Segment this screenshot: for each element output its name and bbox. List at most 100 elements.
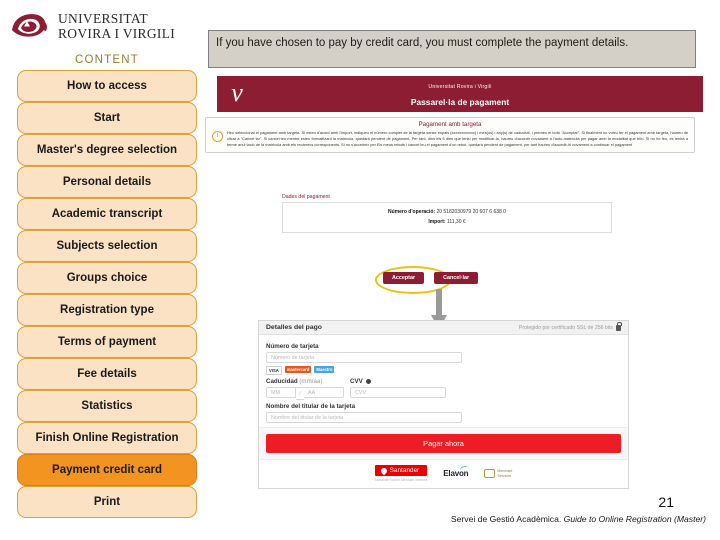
cvv-label-text: CVV xyxy=(350,378,363,385)
sidebar-item-label: Start xyxy=(93,112,121,124)
payment-data-box: Número d'operació: 20 5182030979 20 607 … xyxy=(282,202,612,233)
sidebar-item-label: Finish Online Registration xyxy=(35,432,179,444)
embedded-screenshot: v Universitat Rovira i Virgili Passarel·… xyxy=(197,74,703,496)
sidebar-item-label: Fee details xyxy=(77,368,137,380)
brand-line-1: UNIVERSITAT xyxy=(58,11,148,26)
sidebar-item-label: Statistics xyxy=(81,400,133,412)
payment-gateway-header: v Universitat Rovira i Virgili Passarel·… xyxy=(217,76,703,112)
santander-label: Santander xyxy=(389,467,420,474)
merchant-services-line2: Services xyxy=(497,473,512,478)
footer-logo-row: Santander Santander Elavon Merchant Serv… xyxy=(259,464,628,482)
card-number-input[interactable]: Número de tarjeta xyxy=(266,352,462,363)
amount-value: 111,30 € xyxy=(446,218,466,225)
expiry-label-text: Caducidad xyxy=(266,378,298,385)
table-row: Import: 111,30 € xyxy=(289,218,605,228)
sidebar-item-groups-choice[interactable]: Groups choice xyxy=(17,262,197,294)
accept-button[interactable]: Acceptar xyxy=(383,272,425,284)
santander-logo-group: Santander Santander Elavon Merchant Serv… xyxy=(374,465,428,482)
cvv-label: CVV xyxy=(350,378,446,385)
sidebar-item-label: Academic transcript xyxy=(51,208,163,220)
pay-button-wrap: Pagar ahora xyxy=(259,427,628,459)
expiry-label: Caducidad (mm/aa) xyxy=(266,378,344,385)
expiry-year-input[interactable]: AA xyxy=(304,387,344,398)
brand-wordmark: UNIVERSITAT ROVIRA I VIRGILI xyxy=(58,12,175,40)
sidebar-item-label: Personal details xyxy=(62,176,152,188)
expiry-group: Caducidad (mm/aa) MM / AA xyxy=(266,375,344,400)
expiry-month-input[interactable]: MM xyxy=(266,387,296,398)
visa-icon: VISA xyxy=(266,366,282,375)
ssl-notice-text: Protegido por certificado SSL de 256 bit… xyxy=(518,324,613,331)
page-number: 21 xyxy=(658,494,674,510)
sidebar-item-label: Master's degree selection xyxy=(36,144,178,156)
merchant-services-line1: Merchant xyxy=(497,469,513,474)
sidebar-item-masters-degree-selection[interactable]: Master's degree selection xyxy=(17,134,197,166)
sidebar-item-registration-type[interactable]: Registration type xyxy=(17,294,197,326)
sidebar-item-statistics[interactable]: Statistics xyxy=(17,390,197,422)
instruction-note: If you have chosen to pay by credit card… xyxy=(208,30,696,68)
sidebar-item-terms-of-payment[interactable]: Terms of payment xyxy=(17,326,197,358)
mastercard-icon: mastercard xyxy=(284,366,312,373)
card-form-body: Número de tarjeta Número de tarjeta VISA… xyxy=(259,335,628,427)
sidebar-item-finish-online-registration[interactable]: Finish Online Registration xyxy=(17,422,197,454)
expiry-separator: / xyxy=(296,387,304,400)
gateway-university-name: Universitat Rovira i Virgili xyxy=(428,84,492,90)
card-holder-label: Nombre del titular de la tarjeta xyxy=(266,403,356,410)
card-form-footer: Santander Santander Elavon Merchant Serv… xyxy=(259,459,628,488)
sidebar-item-print[interactable]: Print xyxy=(17,486,197,518)
alert-body: i Heu seleccionat el pagament amb target… xyxy=(212,130,688,148)
operation-number-key: Número d'operació: xyxy=(388,209,436,215)
santander-icon: Santander xyxy=(374,465,428,476)
pay-now-button[interactable]: Pagar ahora xyxy=(266,434,621,453)
merchant-services-text: Merchant Services xyxy=(497,469,512,478)
cvv-input[interactable]: CVV xyxy=(350,387,446,398)
merchant-services-icon: Merchant Services xyxy=(484,469,512,478)
card-number-label: Número de tarjeta xyxy=(266,343,319,350)
sidebar-item-label: Payment credit card xyxy=(52,464,162,476)
card-form-title: Detalles del pago xyxy=(266,324,322,331)
sidebar-item-fee-details[interactable]: Fee details xyxy=(17,358,197,390)
sidebar-item-label: Registration type xyxy=(60,304,154,316)
table-row: Número d'operació: 20 5182030979 20 607 … xyxy=(289,208,605,218)
card-payment-form: Detalles del pago Protegido por certific… xyxy=(258,320,629,489)
payment-data-label: Dades del pagament xyxy=(282,194,330,200)
sidebar-menu: How to access Start Master's degree sele… xyxy=(17,70,197,518)
sidebar-item-academic-transcript[interactable]: Academic transcript xyxy=(17,198,197,230)
help-icon[interactable] xyxy=(366,379,372,384)
elavon-icon: Elavon xyxy=(443,464,471,478)
gateway-title: Passarel·la de pagament xyxy=(410,97,510,107)
lock-icon xyxy=(616,321,622,331)
sidebar-item-label: Terms of payment xyxy=(57,336,157,348)
expiry-inputs: MM / AA xyxy=(266,387,344,400)
footer-credit-plain: Servei de Gestió Acadèmica. xyxy=(450,514,564,524)
gateway-button-row: Acceptar Cancel·lar xyxy=(383,272,479,284)
footer-credit-italic: Guide to Online Registration (Master) xyxy=(563,514,706,524)
ssl-notice: Protegido por certificado SSL de 256 bit… xyxy=(518,321,622,331)
urv-logo-icon xyxy=(8,10,52,42)
sidebar-item-label: Groups choice xyxy=(66,272,148,284)
merchant-services-mark-icon xyxy=(484,469,496,478)
university-brand: UNIVERSITAT ROVIRA I VIRGILI xyxy=(8,4,198,48)
footer-credit: Servei de Gestió Acadèmica. Guide to Onl… xyxy=(451,514,706,524)
info-icon: i xyxy=(212,131,223,142)
maestro-icon: Maestro xyxy=(314,366,335,373)
sidebar-item-label: Print xyxy=(93,496,121,508)
sidebar-item-payment-credit-card[interactable]: Payment credit card xyxy=(17,454,197,486)
sidebar-item-subjects-selection[interactable]: Subjects selection xyxy=(17,230,197,262)
sidebar-item-personal-details[interactable]: Personal details xyxy=(17,166,197,198)
alert-text: Heu seleccionat el pagament amb targeta.… xyxy=(227,130,688,148)
card-holder-input[interactable]: Nombre del titular de la tarjeta xyxy=(266,412,462,423)
elavon-swoosh-icon xyxy=(459,464,471,475)
sidebar-item-how-to-access[interactable]: How to access xyxy=(17,70,197,102)
operation-number-value: 20 5182030979 20 607 6 638 0 xyxy=(436,209,506,215)
accepted-cards: VISA mastercard Maestro xyxy=(266,366,621,375)
cvv-group: CVV CVV xyxy=(350,375,446,398)
expiry-hint: (mm/aa) xyxy=(299,378,323,385)
cancel-button[interactable]: Cancel·lar xyxy=(434,272,479,284)
santander-note: Santander Elavon Merchant Services xyxy=(374,478,428,482)
card-form-header: Detalles del pago Protegido por certific… xyxy=(259,321,628,335)
sidebar-item-start[interactable]: Start xyxy=(17,102,197,134)
expiry-cvv-row: Caducidad (mm/aa) MM / AA CVV CVV xyxy=(266,375,621,400)
alert-title: Pagament amb targeta xyxy=(418,121,482,128)
amount-key: Import: xyxy=(428,218,446,225)
payment-alert-box: Pagament amb targeta i Heu seleccionat e… xyxy=(205,117,695,154)
